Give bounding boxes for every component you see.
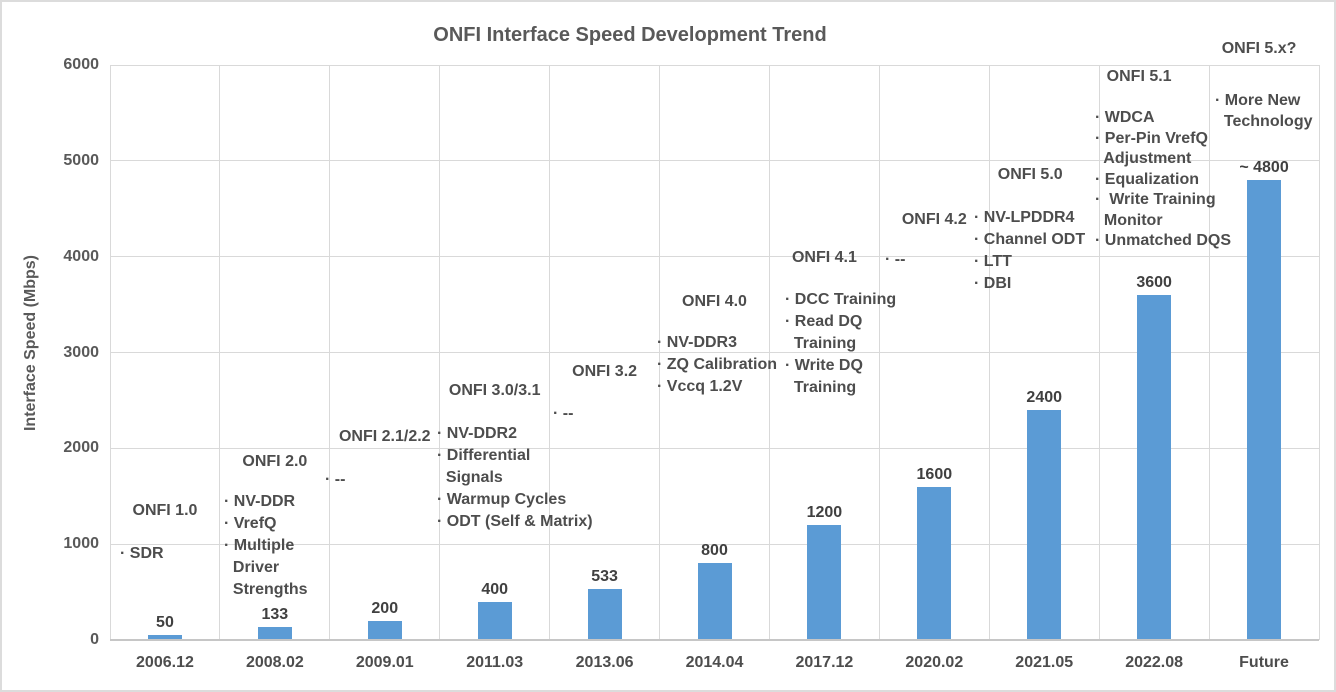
bar (588, 589, 622, 640)
x-tick-label: 2014.04 (660, 654, 770, 672)
annotation-feature-list: · -- (553, 403, 573, 425)
gridline-h (110, 65, 1319, 66)
bar-value-label: 3600 (1099, 274, 1209, 292)
bar-value-label: 1600 (879, 466, 989, 484)
y-tick-label: 5000 (37, 152, 99, 170)
annotation-title: ONFI 5.x? (1179, 40, 1336, 58)
bar (1027, 410, 1061, 640)
bar (807, 525, 841, 640)
annotation-feature-list: · WDCA · Per-Pin VrefQ Adjustment · Equa… (1095, 108, 1231, 252)
gridline-v (1319, 65, 1320, 640)
bar (917, 487, 951, 640)
bar-value-label: 400 (440, 581, 550, 599)
x-axis-line (110, 639, 1319, 641)
annotation-feature-list: · -- (325, 469, 345, 491)
y-tick-label: 0 (37, 631, 99, 649)
annotation-title: ONFI 4.0 (635, 293, 795, 311)
bar-value-label: 1200 (769, 504, 879, 522)
annotation-title: ONFI 5.1 (1059, 68, 1219, 86)
annotation-feature-list: · NV-DDR · VrefQ · Multiple Driver Stren… (224, 491, 308, 601)
chart-window: ONFI Interface Speed Development Trend I… (0, 0, 1336, 692)
annotation-feature-list: · SDR (120, 543, 164, 565)
gridline-v (439, 65, 440, 640)
annotation-title: ONFI 5.0 (950, 166, 1110, 184)
bar (478, 602, 512, 640)
y-tick-label: 3000 (37, 344, 99, 362)
annotation-feature-list: · More New Technology (1215, 90, 1312, 132)
annotation-title: ONFI 1.0 (85, 502, 245, 520)
annotation-feature-list: · NV-DDR3 · ZQ Calibration · Vccq 1.2V (657, 332, 777, 398)
x-tick-label: 2017.12 (769, 654, 879, 672)
bar (698, 563, 732, 640)
annotation-feature-list: · NV-DDR2 · Differential Signals · Warmu… (437, 423, 593, 533)
x-tick-label: 2021.05 (989, 654, 1099, 672)
annotation-title: ONFI 4.1 (744, 249, 904, 267)
gridline-v (219, 65, 220, 640)
annotation-feature-list: · -- (885, 249, 905, 271)
y-tick-label: 6000 (37, 56, 99, 74)
gridline-h (110, 256, 1319, 257)
bar (1137, 295, 1171, 640)
bar (1247, 180, 1281, 640)
x-tick-label: 2011.03 (440, 654, 550, 672)
x-tick-label: Future (1209, 654, 1319, 672)
bar-value-label: 133 (220, 606, 330, 624)
annotation-feature-list: · NV-LPDDR4 · Channel ODT · LTT · DBI (974, 207, 1085, 295)
bar-value-label: 533 (550, 568, 660, 586)
annotation-title: ONFI 3.0/3.1 (415, 382, 575, 400)
y-tick-label: 1000 (37, 535, 99, 553)
x-tick-label: 2013.06 (550, 654, 660, 672)
y-tick-label: 2000 (37, 439, 99, 457)
gridline-v (989, 65, 990, 640)
gridline-v (549, 65, 550, 640)
annotation-feature-list: · DCC Training · Read DQ Training · Writ… (785, 289, 896, 399)
x-tick-label: 2008.02 (220, 654, 330, 672)
gridline-v (110, 65, 111, 640)
x-tick-label: 2022.08 (1099, 654, 1209, 672)
bar-value-label: 50 (110, 614, 220, 632)
x-tick-label: 2009.01 (330, 654, 440, 672)
chart-title: ONFI Interface Speed Development Trend (330, 24, 930, 47)
x-tick-label: 2006.12 (110, 654, 220, 672)
y-tick-label: 4000 (37, 248, 99, 266)
bar-value-label: 800 (660, 542, 770, 560)
bar (368, 621, 402, 640)
x-tick-label: 2020.02 (879, 654, 989, 672)
gridline-v (329, 65, 330, 640)
bar-value-label: 200 (330, 600, 440, 618)
bar-value-label: 2400 (989, 389, 1099, 407)
